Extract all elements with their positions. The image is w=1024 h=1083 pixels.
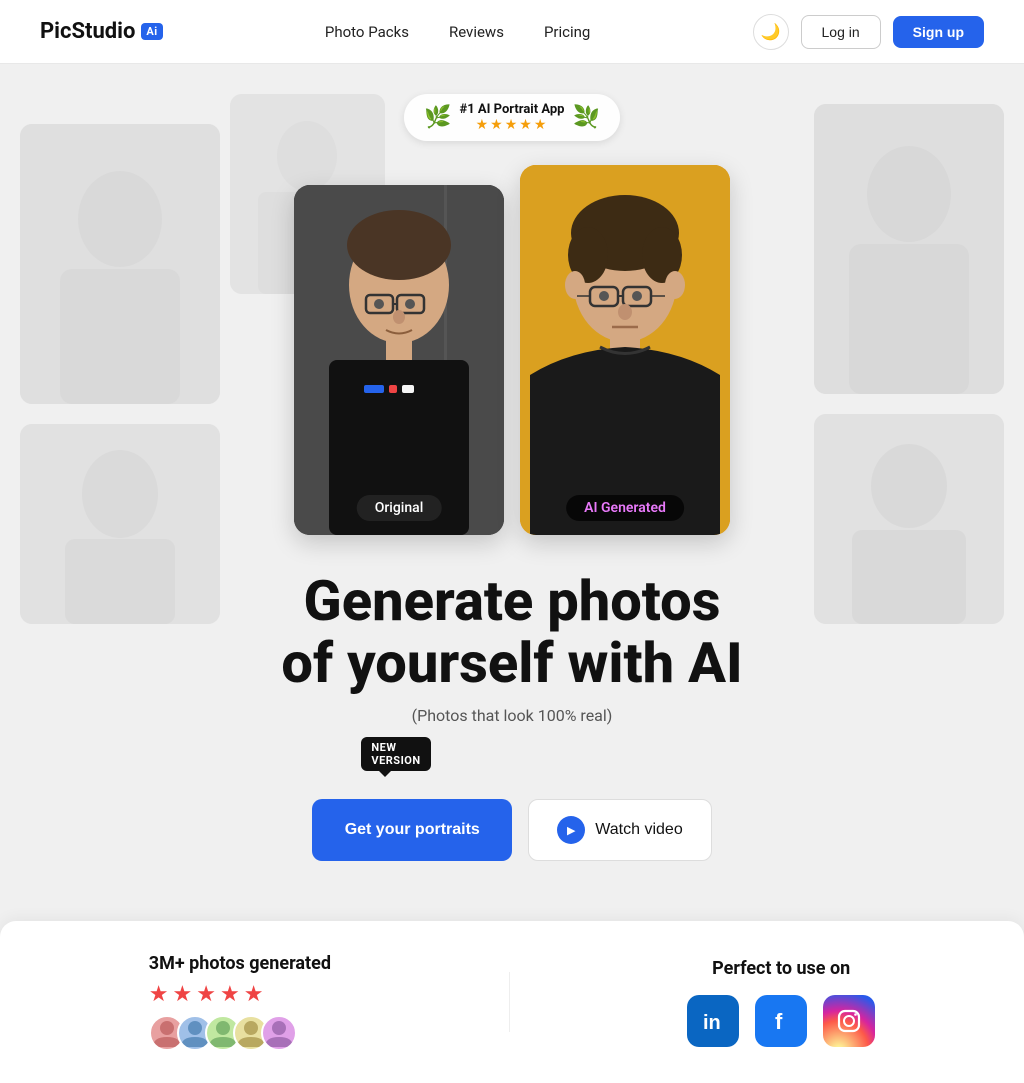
bg-portrait-right-bottom (814, 414, 1004, 624)
logo-text: PicStudio (40, 19, 135, 44)
hero-heading-line2: of yourself with AI (281, 630, 742, 696)
original-photo-inner (294, 185, 504, 535)
svg-text:f: f (775, 1009, 783, 1034)
login-button[interactable]: Log in (801, 15, 881, 49)
get-portraits-button[interactable]: Get your portraits (312, 799, 512, 861)
watch-video-label: Watch video (595, 821, 682, 839)
star-5: ★ (244, 982, 264, 1007)
generated-label: AI Generated (566, 495, 684, 521)
hero-section: 🌿 #1 AI Portrait App ★★★★★ 🌿 (0, 64, 1024, 1083)
cta-buttons: Get your portraits ▶ Watch video (312, 799, 711, 861)
nav-actions: 🌙 Log in Sign up (753, 14, 984, 50)
hero-subtext: (Photos that look 100% real) (412, 706, 613, 725)
nav-pricing[interactable]: Pricing (544, 23, 590, 41)
perfect-for-title: Perfect to use on (712, 958, 850, 979)
watch-video-button[interactable]: ▶ Watch video (528, 799, 711, 861)
hero-content: 🌿 #1 AI Portrait App ★★★★★ 🌿 (281, 94, 742, 861)
award-text: #1 AI Portrait App ★★★★★ (460, 102, 565, 133)
star-3: ★ (196, 982, 216, 1007)
svg-text:in: in (703, 1012, 721, 1034)
signup-button[interactable]: Sign up (893, 16, 984, 48)
bg-portrait-left-top (20, 124, 220, 404)
stats-bar: 3M+ photos generated ★ ★ ★ ★ ★ (0, 921, 1024, 1083)
photo-card-original: Original (294, 185, 504, 535)
social-icons: in f (687, 995, 875, 1047)
star-2: ★ (173, 982, 193, 1007)
logo[interactable]: PicStudio Ai (40, 19, 163, 44)
bg-portrait-left-bottom (20, 424, 220, 624)
generated-photo-inner (520, 165, 730, 535)
ai-badge: Ai (141, 23, 162, 40)
hero-heading: Generate photos of yourself with AI (281, 571, 742, 694)
new-version-badge: NEW VERSION (361, 737, 430, 771)
linkedin-icon[interactable]: in (687, 995, 739, 1047)
facebook-icon[interactable]: f (755, 995, 807, 1047)
navbar: PicStudio Ai Photo Packs Reviews Pricing… (0, 0, 1024, 64)
hero-heading-line1: Generate photos (304, 568, 721, 634)
stats-left: 3M+ photos generated ★ ★ ★ ★ ★ (149, 953, 331, 1051)
star-1: ★ (149, 982, 169, 1007)
nav-links: Photo Packs Reviews Pricing (325, 23, 590, 41)
avatar-5 (261, 1015, 297, 1051)
original-label: Original (357, 495, 442, 521)
photo-card-generated: AI Generated (520, 165, 730, 535)
nav-reviews[interactable]: Reviews (449, 23, 504, 41)
stats-divider (509, 972, 510, 1032)
play-icon: ▶ (557, 816, 585, 844)
laurel-right-icon: 🌿 (573, 105, 600, 130)
new-version-line2: VERSION (371, 754, 420, 767)
stats-right: Perfect to use on in f (687, 958, 875, 1047)
rating-stars: ★ ★ ★ ★ ★ (149, 982, 264, 1007)
award-badge: 🌿 #1 AI Portrait App ★★★★★ 🌿 (404, 94, 620, 141)
star-4: ★ (220, 982, 240, 1007)
instagram-icon[interactable] (823, 995, 875, 1047)
theme-toggle-button[interactable]: 🌙 (753, 14, 789, 50)
award-title: #1 AI Portrait App (460, 102, 565, 117)
photo-comparison: Original (294, 165, 730, 535)
bg-portrait-right-top (814, 104, 1004, 394)
new-version-line1: NEW (371, 741, 396, 754)
award-stars: ★★★★★ (476, 117, 549, 133)
laurel-left-icon: 🌿 (424, 105, 451, 130)
user-avatars (149, 1015, 297, 1051)
nav-photo-packs[interactable]: Photo Packs (325, 23, 409, 41)
photos-generated-count: 3M+ photos generated (149, 953, 331, 974)
